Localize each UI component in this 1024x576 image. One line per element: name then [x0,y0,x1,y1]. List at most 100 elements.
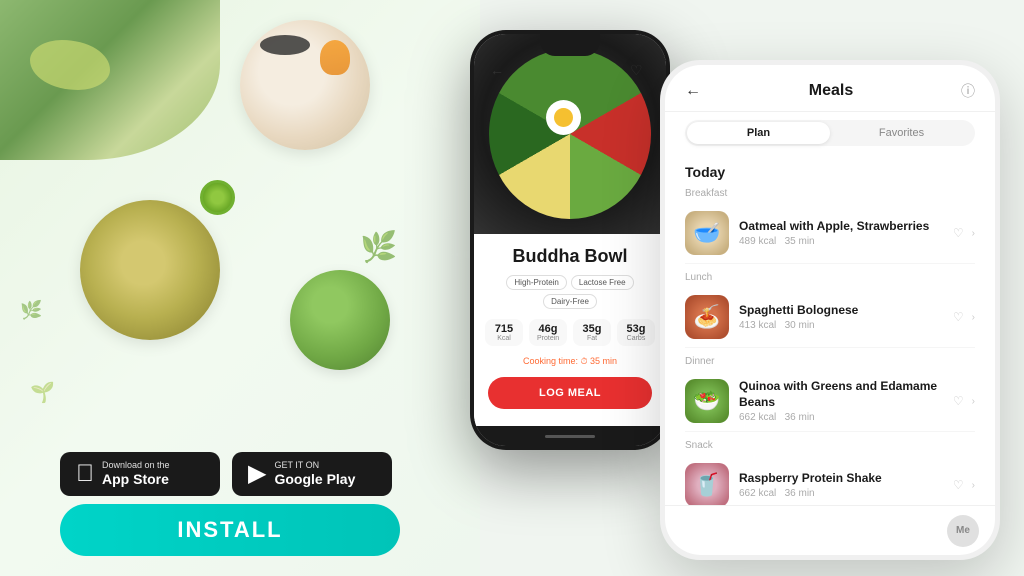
leaf-decoration-2: 🌱 [30,380,55,405]
apple-icon:  [76,462,94,486]
section-snack: Snack [685,440,975,451]
cooking-time: Cooking time: ⏱ 35 min [488,356,652,367]
meal-actions-oatmeal: ♡ › [953,226,975,240]
food-pasta [80,200,220,340]
meal-item-quinoa[interactable]: 🥗 Quinoa with Greens and Edamame Beans 6… [685,371,975,432]
app-store-pre-label: Download on the [102,460,170,471]
phone-white-mockup: ← Meals ⓘ Plan Favorites Today Breakfast… [660,60,1000,560]
phone-notch [540,34,600,56]
meal-heart-shake[interactable]: ♡ [953,478,964,492]
app-store-button[interactable]:  Download on the App Store [60,452,220,496]
meal-item-oatmeal[interactable]: 🥣 Oatmeal with Apple, Strawberries 489 k… [685,203,975,264]
install-button[interactable]: INSTALL [60,504,400,556]
food-oatmeal-bowl [240,20,370,150]
store-buttons-area:  Download on the App Store ▶ GET IT ON … [60,452,392,496]
meals-scroll[interactable]: Today Breakfast 🥣 Oatmeal with Apple, St… [665,154,995,505]
meal-chevron-oatmeal[interactable]: › [972,228,975,239]
phone-black-mockup: ← ♡ Buddha Bowl High-Protein Lactose Fre… [470,30,670,450]
tab-plan[interactable]: Plan [687,122,830,144]
meal-thumb-shake: 🥤 [685,463,729,505]
meal-thumb-oatmeal: 🥣 [685,211,729,255]
google-play-text: GET IT ON Google Play [274,460,355,488]
google-play-main-label: Google Play [274,471,355,488]
install-label: INSTALL [177,517,282,543]
app-store-main-label: App Store [102,471,170,488]
tag-dairy-free: Dairy-Free [543,294,597,309]
home-indicator [545,435,595,438]
meal-name-oatmeal: Oatmeal with Apple, Strawberries [739,219,953,235]
shake-image: 🥤 [685,463,729,505]
log-meal-button[interactable]: LOG MEAL [488,377,652,409]
cooking-time-icon: ⏱ [580,356,587,366]
meal-name-shake: Raspberry Protein Shake [739,471,953,487]
google-play-pre-label: GET IT ON [274,460,355,471]
plan-tabs: Plan Favorites [685,120,975,146]
meal-chevron-shake[interactable]: › [972,480,975,491]
google-play-button[interactable]: ▶ GET IT ON Google Play [232,452,392,496]
meals-title: Meals [809,82,853,100]
spaghetti-image: 🍝 [685,295,729,339]
meal-item-spaghetti[interactable]: 🍝 Spaghetti Bolognese 413 kcal 30 min ♡ … [685,287,975,348]
meals-back-icon[interactable]: ← [685,82,701,100]
tags-row: High-Protein Lactose Free Dairy-Free [488,275,652,309]
nutrition-carbs: 53g Carbs [617,319,655,346]
meal-actions-spaghetti: ♡ › [953,310,975,324]
food-avocado-toast [0,0,220,160]
section-breakfast: Breakfast [685,188,975,199]
buddha-bowl-image: ← ♡ [474,34,666,234]
tag-high-protein: High-Protein [506,275,566,290]
meal-chevron-quinoa[interactable]: › [972,396,975,407]
leaf-decoration-1: 🌿 [360,230,397,265]
avatar-label: Me [956,525,970,536]
meal-info-quinoa: Quinoa with Greens and Edamame Beans 662… [739,379,953,423]
herb-decoration: 🌿 [20,300,42,321]
phone-black-screen: ← ♡ Buddha Bowl High-Protein Lactose Fre… [474,34,666,446]
meal-actions-quinoa: ♡ › [953,394,975,408]
app-store-text: Download on the App Store [102,460,170,488]
cucumber-slice-1 [200,180,235,215]
meal-meta-quinoa: 662 kcal 36 min [739,412,953,423]
dish-name: Buddha Bowl [488,246,652,267]
meal-info-oatmeal: Oatmeal with Apple, Strawberries 489 kca… [739,219,953,248]
meal-meta-spaghetti: 413 kcal 30 min [739,320,953,331]
cooking-time-label: Cooking time: [523,356,581,366]
meal-heart-oatmeal[interactable]: ♡ [953,226,964,240]
buddha-bowl-screen: ← ♡ Buddha Bowl High-Protein Lactose Fre… [474,34,666,446]
meal-name-spaghetti: Spaghetti Bolognese [739,303,953,319]
meal-item-shake[interactable]: 🥤 Raspberry Protein Shake 662 kcal 36 mi… [685,455,975,505]
user-avatar[interactable]: Me [947,515,979,547]
nutrition-fat: 35g Fat [573,319,611,346]
back-arrow-icon[interactable]: ← [490,62,510,82]
phone-white-bottom-bar: Me [665,505,995,555]
nutrition-row: 715 Kcal 46g Protein 35g Fat 53g Carbs [488,319,652,346]
play-icon: ▶ [248,462,266,486]
tab-favorites[interactable]: Favorites [830,122,973,144]
meal-thumb-quinoa: 🥗 [685,379,729,423]
meal-info-shake: Raspberry Protein Shake 662 kcal 36 min [739,471,953,500]
meal-name-quinoa: Quinoa with Greens and Edamame Beans [739,379,953,410]
section-dinner: Dinner [685,356,975,367]
nutrition-protein: 46g Protein [529,319,567,346]
oatmeal-image: 🥣 [685,211,729,255]
meals-info-icon[interactable]: ⓘ [961,81,975,101]
day-label: Today [685,164,975,180]
meal-heart-quinoa[interactable]: ♡ [953,394,964,408]
meal-heart-spaghetti[interactable]: ♡ [953,310,964,324]
cooking-time-value: 35 min [590,356,617,366]
section-lunch: Lunch [685,272,975,283]
bowl-egg [546,100,581,135]
meal-actions-shake: ♡ › [953,478,975,492]
meal-thumb-spaghetti: 🍝 [685,295,729,339]
food-smoothie [290,270,390,370]
meals-screen: ← Meals ⓘ Plan Favorites Today Breakfast… [665,65,995,555]
meal-chevron-spaghetti[interactable]: › [972,312,975,323]
heart-icon[interactable]: ♡ [630,62,650,82]
tag-lactose-free: Lactose Free [571,275,634,290]
phone-home-bar [474,426,666,446]
meal-info-spaghetti: Spaghetti Bolognese 413 kcal 30 min [739,303,953,332]
buddha-bowl-content: Buddha Bowl High-Protein Lactose Free Da… [474,234,666,426]
nutrition-kcal: 715 Kcal [485,319,523,346]
quinoa-image: 🥗 [685,379,729,423]
meal-meta-shake: 662 kcal 36 min [739,488,953,499]
meals-header: ← Meals ⓘ [665,65,995,112]
